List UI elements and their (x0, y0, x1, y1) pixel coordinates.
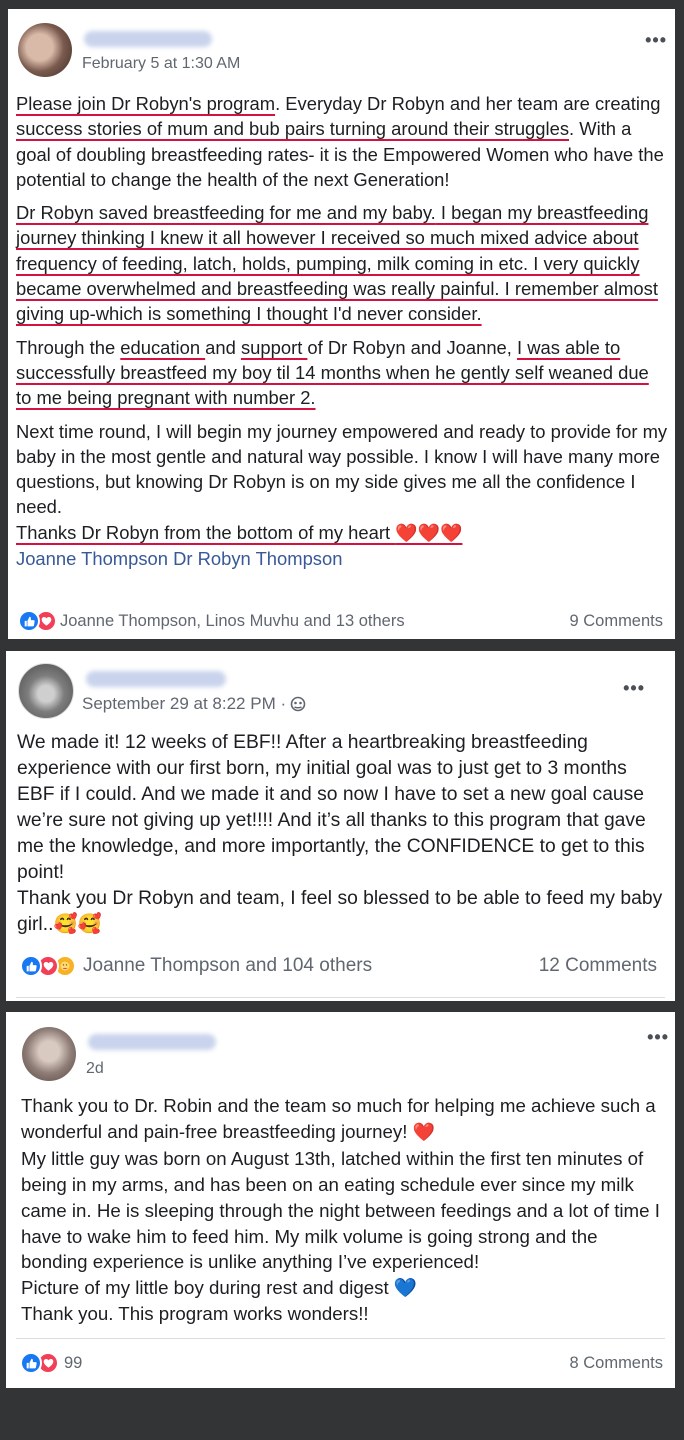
reactions-count[interactable]: 99 (64, 1354, 569, 1373)
post-timestamp[interactable]: February 5 at 1:30 AM (82, 55, 240, 73)
reactors-text[interactable]: Joanne Thompson and 104 others (83, 955, 539, 977)
paragraph-5: Thanks Dr Robyn from the bottom of my he… (16, 520, 668, 546)
post-card-3: 2d ••• Thank you to Dr. Robin and the te… (6, 1012, 675, 1388)
author-avatar[interactable] (18, 663, 74, 719)
paragraph-1: Please join Dr Robyn's program. Everyday… (16, 93, 664, 190)
reaction-bar: Joanne Thompson, Linos Muvhu and 13 othe… (18, 608, 663, 634)
like-reaction-icon (20, 1352, 42, 1374)
tagged-people[interactable]: Joanne Thompson Dr Robyn Thompson (16, 546, 668, 571)
author-avatar[interactable] (22, 1027, 76, 1081)
more-options-icon[interactable]: ••• (645, 31, 667, 49)
paragraph-3: Through the education and support of Dr … (16, 336, 649, 409)
paragraph-2: Dr Robyn saved breastfeeding for me and … (16, 202, 658, 325)
divider (16, 997, 665, 998)
comments-count[interactable]: 8 Comments (569, 1354, 663, 1373)
paragraph-1: We made it! 12 weeks of EBF!! After a he… (17, 732, 646, 883)
more-options-icon[interactable]: ••• (623, 679, 645, 697)
author-name-blurred[interactable] (84, 31, 212, 47)
post-body: Thank you to Dr. Robin and the team so m… (21, 1093, 669, 1327)
post-body: Please join Dr Robyn's program. Everyday… (16, 91, 668, 571)
reaction-bar: 99 8 Comments (20, 1350, 663, 1376)
like-reaction-icon (20, 955, 42, 977)
blue-heart-emoji: 💙 (393, 1277, 418, 1299)
author-name-blurred[interactable] (86, 671, 226, 687)
thanks-line: Thanks Dr Robyn from the bottom of my he… (16, 521, 463, 543)
comments-count[interactable]: 12 Comments (539, 955, 657, 977)
paragraph-2: Thank you Dr Robyn and team, I feel so b… (17, 888, 663, 935)
paragraph-4: Thank you. This program works wonders!! (21, 1303, 369, 1325)
smiling-hearts-emoji: 🥰🥰 (53, 914, 102, 935)
post-body: We made it! 12 weeks of EBF!! After a he… (17, 730, 667, 938)
hearts-emoji: ❤️❤️❤️ (395, 522, 463, 543)
paragraph-4: Next time round, I will begin my journey… (16, 420, 668, 518)
audience-globe-icon[interactable] (290, 696, 306, 712)
reactors-text[interactable]: Joanne Thompson, Linos Muvhu and 13 othe… (60, 612, 569, 631)
author-avatar[interactable] (18, 23, 72, 77)
post-card-2: September 29 at 8:22 PM · ••• We made it… (6, 651, 675, 1001)
post-timestamp[interactable]: 2d (86, 1060, 104, 1078)
paragraph-1: Thank you to Dr. Robin and the team so m… (21, 1095, 656, 1142)
more-options-icon[interactable]: ••• (647, 1028, 669, 1046)
divider (16, 1338, 665, 1339)
paragraph-2: My little guy was born on August 13th, l… (21, 1147, 660, 1273)
like-reaction-icon (18, 610, 40, 632)
reaction-bar: Joanne Thompson and 104 others 12 Commen… (20, 953, 657, 979)
post-timestamp[interactable]: September 29 at 8:22 PM · (82, 694, 306, 714)
author-name-blurred[interactable] (88, 1034, 216, 1050)
post-card-1: February 5 at 1:30 AM ••• Please join Dr… (8, 9, 675, 639)
paragraph-3: Picture of my little boy during rest and… (21, 1277, 418, 1299)
red-heart-emoji: ❤️ (412, 1121, 436, 1142)
comments-count[interactable]: 9 Comments (569, 612, 663, 631)
